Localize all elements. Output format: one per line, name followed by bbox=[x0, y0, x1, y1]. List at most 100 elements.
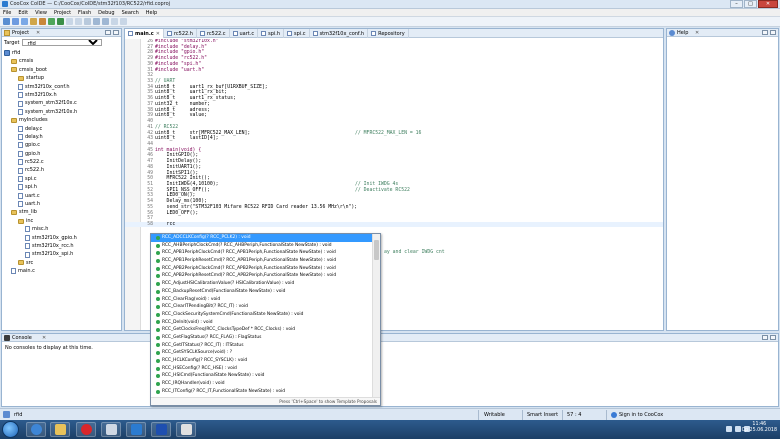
tree-item[interactable]: rc522.c bbox=[4, 158, 119, 166]
tree-item[interactable]: stm_lib bbox=[4, 208, 119, 216]
tree-item[interactable]: rc522.h bbox=[4, 166, 119, 174]
repository-icon[interactable] bbox=[93, 18, 100, 25]
tree-item[interactable]: stm32f10x_conf.h bbox=[4, 83, 119, 91]
autocomplete-item[interactable]: RCC_GetSYSCLKSource(void) : ? bbox=[151, 349, 372, 357]
menu-project[interactable]: Project bbox=[54, 9, 71, 16]
tree-item[interactable]: uart.h bbox=[4, 200, 119, 208]
editor-tab[interactable]: stm32f10x_conf.h bbox=[310, 29, 369, 38]
tree-item[interactable]: spi.h bbox=[4, 183, 119, 191]
maximize-panel-icon[interactable] bbox=[770, 30, 776, 35]
maximize-button[interactable]: □ bbox=[744, 0, 757, 8]
autocomplete-scrollbar[interactable] bbox=[372, 234, 380, 397]
minimize-panel-icon[interactable] bbox=[762, 30, 768, 35]
autocomplete-item[interactable]: RCC_BackupResetCmd(FunctionalState NewSt… bbox=[151, 288, 372, 296]
target-select[interactable]: rfid bbox=[22, 39, 103, 46]
autocomplete-item[interactable]: RCC_IRQHandler(void) : void bbox=[151, 380, 372, 388]
back-icon[interactable] bbox=[111, 18, 118, 25]
close-button[interactable]: ✕ bbox=[758, 0, 778, 8]
clock[interactable]: 11:46 Ср 25.06.2018 bbox=[742, 422, 777, 434]
rebuild-icon[interactable] bbox=[39, 18, 46, 25]
tree-item[interactable]: stm32f10x_spi.h bbox=[4, 250, 119, 258]
menu-flash[interactable]: Flash bbox=[78, 9, 91, 16]
tree-item[interactable]: delay.c bbox=[4, 125, 119, 133]
autocomplete-item[interactable]: RCC_ADCCLKConfig(? RCC_PCLK2) : void bbox=[151, 234, 372, 242]
autocomplete-item[interactable]: RCC_HSICmd(FunctionalState NewState) : v… bbox=[151, 372, 372, 380]
download-icon[interactable] bbox=[48, 18, 55, 25]
maximize-panel-icon[interactable] bbox=[113, 30, 119, 35]
network-icon[interactable] bbox=[726, 426, 732, 432]
editor-tab[interactable]: rc522.c bbox=[197, 29, 230, 38]
tree-item[interactable]: spi.c bbox=[4, 175, 119, 183]
autocomplete-item[interactable]: RCC_AdjustHSICalibrationValue(? HSICalib… bbox=[151, 280, 372, 288]
autocomplete-item[interactable]: RCC_HSEConfig(? RCC_HSE) : void bbox=[151, 365, 372, 373]
menu-help[interactable]: Help bbox=[146, 9, 157, 16]
build-icon[interactable] bbox=[30, 18, 37, 25]
taskbar-opera[interactable] bbox=[76, 422, 96, 437]
minimize-button[interactable]: – bbox=[730, 0, 743, 8]
tree-item[interactable]: stm32f10x.h bbox=[4, 91, 119, 99]
editor-tab[interactable]: spi.h bbox=[258, 29, 285, 38]
taskbar-ie[interactable] bbox=[26, 422, 46, 437]
tree-item[interactable]: rfid bbox=[4, 49, 119, 57]
taskbar-isis[interactable] bbox=[151, 422, 171, 437]
debug-icon[interactable] bbox=[57, 18, 64, 25]
autocomplete-item[interactable]: RCC_APB1PeriphClockCmd(? RCC_APB1Periph,… bbox=[151, 249, 372, 257]
autocomplete-item[interactable]: RCC_AHBPeriphClockCmd(? RCC_AHBPeriph,Fu… bbox=[151, 242, 372, 250]
maximize-panel-icon[interactable] bbox=[770, 335, 776, 340]
console-panel-close-icon[interactable]: ✕ bbox=[42, 335, 46, 341]
tree-item[interactable]: cmsis bbox=[4, 57, 119, 65]
tree-item[interactable]: inc bbox=[4, 217, 119, 225]
tree-item[interactable]: gpio.h bbox=[4, 150, 119, 158]
autocomplete-item[interactable]: RCC_ClearFlag(void) : void bbox=[151, 296, 372, 304]
project-panel-title[interactable]: Project bbox=[12, 30, 29, 36]
minimize-panel-icon[interactable] bbox=[105, 30, 111, 35]
tab-close-icon[interactable]: ✕ bbox=[156, 31, 160, 37]
taskbar-explorer[interactable] bbox=[50, 422, 70, 437]
configuration-icon[interactable] bbox=[102, 18, 109, 25]
autocomplete-item[interactable]: RCC_APB2PeriphResetCmd(? RCC_APB2Periph,… bbox=[151, 272, 372, 280]
volume-icon[interactable] bbox=[735, 426, 741, 432]
scrollbar-thumb[interactable] bbox=[374, 240, 379, 260]
editor-tab[interactable]: Repository bbox=[368, 29, 409, 38]
tree-item[interactable]: myIncludes bbox=[4, 116, 119, 124]
menu-debug[interactable]: Debug bbox=[98, 9, 114, 16]
save-all-icon[interactable] bbox=[21, 18, 28, 25]
menu-view[interactable]: View bbox=[35, 9, 47, 16]
tree-item[interactable]: stm32f10x_gpio.h bbox=[4, 234, 119, 242]
new-file-icon[interactable] bbox=[3, 18, 10, 25]
tree-item[interactable]: gpio.c bbox=[4, 141, 119, 149]
tree-item[interactable]: cmsis_boot bbox=[4, 66, 119, 74]
taskbar-coide[interactable] bbox=[126, 422, 146, 437]
autocomplete-item[interactable]: RCC_GetFlagStatus(? RCC_FLAG) : FlagStat… bbox=[151, 334, 372, 342]
tree-item[interactable]: system_stm32f10x.h bbox=[4, 108, 119, 116]
tree-item[interactable]: uart.c bbox=[4, 192, 119, 200]
autocomplete-item[interactable]: RCC_HCLKConfig(? RCC_SYSCLK) : void bbox=[151, 357, 372, 365]
tree-item[interactable]: stm32f10x_rcc.h bbox=[4, 242, 119, 250]
minimize-panel-icon[interactable] bbox=[762, 335, 768, 340]
project-panel-close-icon[interactable]: ✕ bbox=[36, 30, 40, 36]
autocomplete-item[interactable]: RCC_ClearITPendingBit(? RCC_IT) : void bbox=[151, 303, 372, 311]
editor-tab[interactable]: uart.c bbox=[230, 29, 259, 38]
editor-tab[interactable]: spi.c bbox=[284, 29, 310, 38]
search-icon[interactable] bbox=[84, 18, 91, 25]
autocomplete-item[interactable]: RCC_ITConfig(? RCC_IT,FunctionalState Ne… bbox=[151, 388, 372, 396]
tree-item[interactable]: main.c bbox=[4, 267, 119, 275]
menu-search[interactable]: Search bbox=[122, 9, 139, 16]
redo-icon[interactable] bbox=[75, 18, 82, 25]
autocomplete-item[interactable]: RCC_GetITStatus(? RCC_IT) : ITStatus bbox=[151, 342, 372, 350]
autocomplete-item[interactable]: RCC_GetClocksFreq(RCC_ClocksTypeDef * RC… bbox=[151, 326, 372, 334]
console-panel-title[interactable]: Console bbox=[12, 335, 32, 341]
forward-icon[interactable] bbox=[120, 18, 127, 25]
menu-edit[interactable]: Edit bbox=[18, 9, 28, 16]
autocomplete-item[interactable]: RCC_APB2PeriphClockCmd(? RCC_APB2Periph,… bbox=[151, 265, 372, 273]
signin-link[interactable]: Sign in to CooCox bbox=[619, 412, 663, 418]
taskbar-app[interactable] bbox=[176, 422, 196, 437]
menu-file[interactable]: File bbox=[3, 9, 11, 16]
editor-tab[interactable]: rc522.h bbox=[164, 29, 197, 38]
autocomplete-item[interactable]: RCC_ClockSecuritySystemCmd(FunctionalSta… bbox=[151, 311, 372, 319]
tree-item[interactable]: misc.h bbox=[4, 225, 119, 233]
editor-tab[interactable]: main.c ✕ bbox=[125, 29, 164, 38]
help-panel-close-icon[interactable]: ✕ bbox=[695, 30, 699, 36]
autocomplete-item[interactable]: RCC_DeInit(void) : void bbox=[151, 319, 372, 327]
tree-item[interactable]: src bbox=[4, 259, 119, 267]
